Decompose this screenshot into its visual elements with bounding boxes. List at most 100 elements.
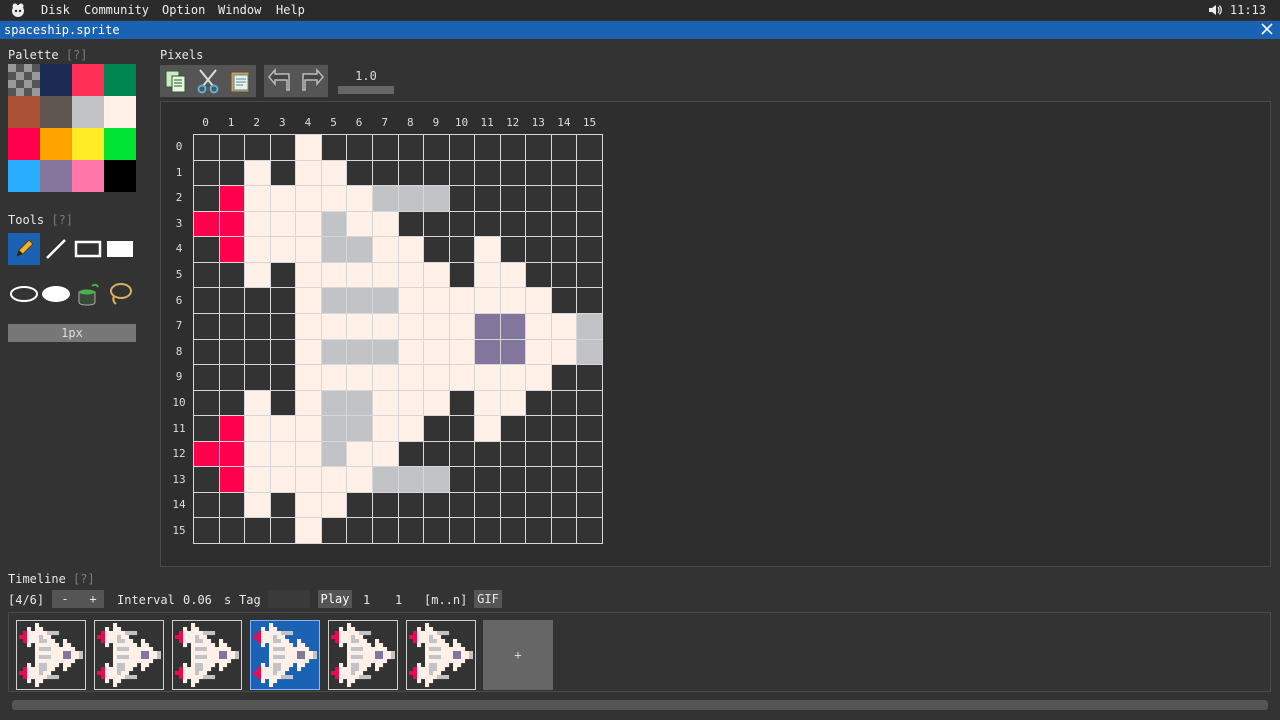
pixel-cell[interactable] xyxy=(347,339,372,365)
pixel-cell[interactable] xyxy=(475,467,500,492)
pixel-cell[interactable] xyxy=(500,416,526,441)
palette-swatch-11[interactable] xyxy=(104,128,136,160)
volume-icon[interactable] xyxy=(1208,3,1222,17)
palette-swatch-6[interactable] xyxy=(72,96,104,128)
pixel-cell[interactable] xyxy=(500,467,526,492)
pixel-cell[interactable] xyxy=(245,416,270,441)
pixel-cell[interactable] xyxy=(577,467,602,492)
zoom-slider[interactable] xyxy=(338,86,394,94)
pixel-cell[interactable] xyxy=(219,288,245,313)
pixel-cell[interactable] xyxy=(372,365,398,390)
pixel-cell[interactable] xyxy=(219,390,245,416)
pixel-cell[interactable] xyxy=(551,288,577,313)
pixel-cell[interactable] xyxy=(321,416,347,441)
redo-button[interactable] xyxy=(296,65,328,97)
pixel-cell[interactable] xyxy=(321,211,347,237)
pixel-cell[interactable] xyxy=(424,467,449,492)
palette-swatch-2[interactable] xyxy=(72,64,104,96)
pixel-cell[interactable] xyxy=(296,211,321,237)
palette-swatch-13[interactable] xyxy=(40,160,72,192)
pixel-cell[interactable] xyxy=(424,492,449,518)
tools-help[interactable]: [?] xyxy=(51,213,73,227)
pixel-cell[interactable] xyxy=(424,211,449,237)
pixel-cell[interactable] xyxy=(321,390,347,416)
pixel-cell[interactable] xyxy=(245,518,270,543)
pixel-cell[interactable] xyxy=(398,262,424,288)
palette-swatch-9[interactable] xyxy=(40,128,72,160)
add-frame-button[interactable]: + xyxy=(483,620,553,690)
pixel-cell[interactable] xyxy=(577,492,602,518)
cut-button[interactable] xyxy=(192,65,224,97)
pixel-cell[interactable] xyxy=(219,262,245,288)
pixel-cell[interactable] xyxy=(347,313,372,339)
pixel-cell[interactable] xyxy=(321,339,347,365)
pixel-cell[interactable] xyxy=(526,416,551,441)
frame-minus-button[interactable]: - xyxy=(56,590,74,608)
gif-export-button[interactable]: GIF xyxy=(474,590,502,608)
pixel-cell[interactable] xyxy=(296,416,321,441)
timeline-frame-5[interactable] xyxy=(328,620,398,690)
pixel-cell[interactable] xyxy=(500,492,526,518)
pixel-cell[interactable] xyxy=(424,160,449,186)
pixel-cell[interactable] xyxy=(475,518,500,543)
pixel-cell[interactable] xyxy=(372,186,398,211)
pixel-cell[interactable] xyxy=(270,390,296,416)
pixel-cell[interactable] xyxy=(398,518,424,543)
pixel-cell[interactable] xyxy=(219,160,245,186)
pixel-cell[interactable] xyxy=(526,492,551,518)
pixel-cell[interactable] xyxy=(219,237,245,262)
pixel-cell[interactable] xyxy=(449,441,475,467)
pixel-cell[interactable] xyxy=(219,186,245,211)
pixel-cell[interactable] xyxy=(526,186,551,211)
pixel-cell[interactable] xyxy=(321,135,347,160)
pixel-cell[interactable] xyxy=(296,135,321,160)
pixel-cell[interactable] xyxy=(449,416,475,441)
pixel-cell[interactable] xyxy=(347,518,372,543)
pixel-cell[interactable] xyxy=(321,313,347,339)
pixel-cell[interactable] xyxy=(449,211,475,237)
menu-disk[interactable]: Disk xyxy=(41,3,70,17)
pixel-cell[interactable] xyxy=(449,339,475,365)
timeline-help[interactable]: [?] xyxy=(73,572,95,586)
pixel-cell[interactable] xyxy=(296,467,321,492)
pixel-cell[interactable] xyxy=(372,160,398,186)
pixel-cell[interactable] xyxy=(372,237,398,262)
pixel-cell[interactable] xyxy=(500,339,526,365)
pixel-cell[interactable] xyxy=(270,237,296,262)
pixel-cell[interactable] xyxy=(424,416,449,441)
pixel-cell[interactable] xyxy=(245,237,270,262)
pixel-cell[interactable] xyxy=(526,211,551,237)
pixel-cell[interactable] xyxy=(398,365,424,390)
pixel-cell[interactable] xyxy=(551,262,577,288)
pixel-cell[interactable] xyxy=(500,441,526,467)
pixel-cell[interactable] xyxy=(296,365,321,390)
pixel-cell[interactable] xyxy=(194,339,219,365)
pixel-cell[interactable] xyxy=(475,288,500,313)
close-icon[interactable] xyxy=(1260,22,1274,36)
pixel-cell[interactable] xyxy=(245,339,270,365)
pixel-cell[interactable] xyxy=(424,313,449,339)
pixel-cell[interactable] xyxy=(219,135,245,160)
pixel-cell[interactable] xyxy=(577,135,602,160)
line-tool[interactable] xyxy=(40,233,72,265)
pixel-cell[interactable] xyxy=(270,339,296,365)
pixel-cell[interactable] xyxy=(475,339,500,365)
pixel-cell[interactable] xyxy=(296,313,321,339)
pixel-cell[interactable] xyxy=(551,365,577,390)
pixel-cell[interactable] xyxy=(372,262,398,288)
pixel-cell[interactable] xyxy=(194,160,219,186)
palette-swatch-5[interactable] xyxy=(40,96,72,128)
pixel-cell[interactable] xyxy=(347,262,372,288)
timeline-frame-3[interactable] xyxy=(172,620,242,690)
palette-swatch-8[interactable] xyxy=(8,128,40,160)
pixel-cell[interactable] xyxy=(194,467,219,492)
pixel-cell[interactable] xyxy=(219,313,245,339)
pixel-cell[interactable] xyxy=(219,416,245,441)
pixel-cell[interactable] xyxy=(500,160,526,186)
pixel-cell[interactable] xyxy=(551,441,577,467)
pixel-cell[interactable] xyxy=(551,467,577,492)
pixel-cell[interactable] xyxy=(194,211,219,237)
menu-window[interactable]: Window xyxy=(218,3,261,17)
pixel-cell[interactable] xyxy=(475,313,500,339)
menu-community[interactable]: Community xyxy=(84,3,149,17)
